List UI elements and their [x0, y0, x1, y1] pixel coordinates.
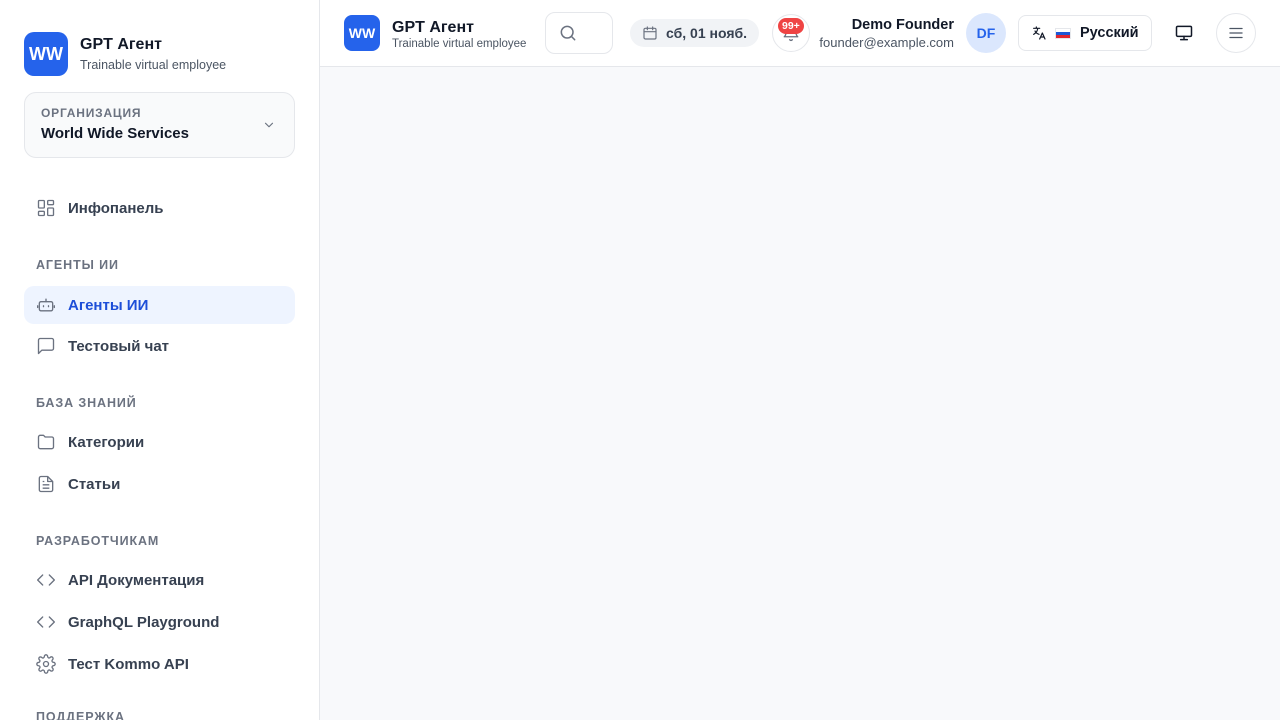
- main-content: [320, 67, 1280, 720]
- sidebar-brand[interactable]: WW GPT Агент Trainable virtual employee: [24, 32, 226, 76]
- date-display: сб, 01 нояб.: [630, 19, 760, 47]
- sidebar-item-graphql-playground[interactable]: GraphQL Playground: [24, 603, 295, 641]
- russia-flag-icon: [1055, 27, 1071, 39]
- brand-subtitle: Trainable virtual employee: [80, 58, 227, 72]
- chat-icon: [36, 336, 56, 356]
- document-icon: [36, 474, 56, 494]
- folder-icon: [36, 432, 56, 452]
- sidebar-item-ai-agents[interactable]: Агенты ИИ: [24, 286, 295, 324]
- organization-value: World Wide Services: [41, 125, 189, 142]
- sidebar-item-label: Тест Kommo API: [68, 655, 189, 673]
- sidebar-item-test-chat[interactable]: Тестовый чат: [24, 327, 295, 365]
- hamburger-icon: [1229, 27, 1243, 39]
- sidebar-item-label: Агенты ИИ: [68, 296, 149, 314]
- user-name: Demo Founder: [851, 17, 954, 33]
- sidebar-item-kommo-api-test[interactable]: Тест Kommo API: [24, 645, 295, 683]
- header-brand-title: GPT Агент: [392, 19, 474, 36]
- search-icon: [560, 25, 576, 41]
- menu-button[interactable]: [1216, 13, 1256, 53]
- date-text: сб, 01 нояб.: [666, 25, 748, 41]
- brand-title: GPT Агент: [80, 36, 162, 53]
- language-label: Русский: [1080, 25, 1139, 41]
- sidebar-item-label: Инфопанель: [68, 199, 164, 217]
- organization-selector[interactable]: ОРГАНИЗАЦИЯ World Wide Services: [24, 92, 295, 158]
- grid-icon: [36, 198, 56, 218]
- code-icon: [36, 570, 56, 590]
- gear-icon: [36, 654, 56, 674]
- organization-label: ОРГАНИЗАЦИЯ: [41, 106, 142, 120]
- language-selector[interactable]: Русский: [1018, 15, 1152, 51]
- sidebar-item-articles[interactable]: Статьи: [24, 465, 295, 503]
- translate-icon: [1033, 26, 1046, 40]
- section-title-knowledge-base: БАЗА ЗНАНИЙ: [36, 396, 137, 410]
- search-button[interactable]: [545, 12, 613, 54]
- section-title-ai-agents: АГЕНТЫ ИИ: [36, 258, 119, 272]
- sidebar: WW GPT Агент Trainable virtual employee …: [0, 0, 320, 720]
- header-brand: GPT Агент Trainable virtual employee: [392, 19, 526, 51]
- header-brand-subtitle: Trainable virtual employee: [392, 38, 527, 50]
- sidebar-item-label: GraphQL Playground: [68, 613, 220, 631]
- sidebar-item-label: Категории: [68, 433, 145, 451]
- code-icon: [36, 612, 56, 632]
- sidebar-item-categories[interactable]: Категории: [24, 423, 295, 461]
- user-email: founder@example.com: [819, 35, 954, 50]
- user-info[interactable]: Demo Founder founder@example.com: [819, 16, 954, 51]
- sidebar-item-label: Тестовый чат: [68, 337, 170, 355]
- top-bar: WW GPT Агент Trainable virtual employee …: [320, 0, 1280, 67]
- brand-logo: WW: [24, 32, 68, 76]
- chevron-down-icon: [264, 122, 274, 128]
- monitor-icon[interactable]: [1174, 23, 1194, 43]
- sidebar-item-api-docs[interactable]: API Документация: [24, 561, 295, 599]
- robot-icon: [36, 295, 56, 315]
- section-title-developers: РАЗРАБОТЧИКАМ: [36, 534, 160, 548]
- section-title-support: ПОДДЕРЖКА: [36, 710, 125, 720]
- avatar[interactable]: DF: [966, 13, 1006, 53]
- sidebar-item-label: Статьи: [68, 475, 121, 493]
- header-logo[interactable]: WW: [344, 15, 380, 51]
- calendar-icon: [643, 26, 657, 40]
- notification-badge: 99+: [778, 18, 804, 34]
- sidebar-item-dashboard[interactable]: Инфопанель: [24, 189, 295, 227]
- sidebar-item-label: API Документация: [68, 571, 205, 589]
